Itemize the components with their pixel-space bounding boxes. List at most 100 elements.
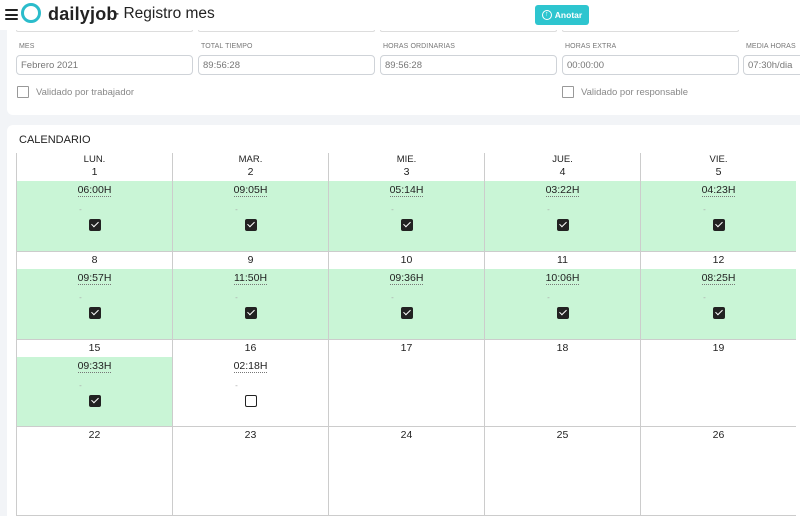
worked-time[interactable]: 09:33H: [17, 360, 172, 373]
worked-time-value[interactable]: 06:00H: [77, 184, 112, 197]
worked-time-value[interactable]: 09:36H: [389, 272, 424, 285]
checkbox-checked-icon[interactable]: [245, 307, 257, 319]
day-header-vie: VIE. 5: [640, 153, 796, 181]
calendar-day-cell[interactable]: 22: [16, 427, 172, 516]
day-of-week-label: LUN.: [83, 154, 106, 165]
day-number: 1: [91, 166, 98, 178]
mes-label: MES: [19, 43, 35, 50]
worked-time-value[interactable]: 03:22H: [545, 184, 580, 197]
anotar-button[interactable]: ↑ Anotar: [535, 5, 589, 25]
day-number: 8: [91, 254, 98, 266]
worked-time[interactable]: 04:23H: [641, 184, 796, 197]
day-number: 4: [559, 166, 566, 178]
page-title: - Registro mes: [114, 5, 215, 22]
field-edge: [562, 30, 739, 32]
worked-time[interactable]: 09:05H: [173, 184, 328, 197]
total-tiempo-field[interactable]: 89:56:28: [198, 55, 375, 75]
worked-time-value[interactable]: 09:57H: [77, 272, 112, 285]
brand-name: dailyjob: [48, 4, 118, 24]
worked-time-value[interactable]: 02:18H: [233, 360, 268, 373]
checkbox-unchecked-icon[interactable]: [562, 86, 574, 98]
dailyjob-logo-icon: [21, 3, 41, 23]
worked-time-value[interactable]: 10:06H: [545, 272, 580, 285]
day-of-week-label: MAR.: [238, 154, 263, 165]
day-number: 23: [244, 429, 257, 441]
field-edge: [16, 30, 193, 32]
worked-time-value[interactable]: 09:33H: [77, 360, 112, 373]
horas-extra-field[interactable]: 00:00:00: [562, 55, 739, 75]
calendar-day-cell[interactable]: 03:22H -: [484, 181, 640, 252]
worked-time-value[interactable]: 05:14H: [389, 184, 424, 197]
day-number: 26: [712, 429, 725, 441]
day-header-mie: MIE. 3: [328, 153, 484, 181]
day-number: 22: [88, 429, 101, 441]
day-number: 15: [88, 342, 101, 354]
hamburger-menu-icon[interactable]: [5, 9, 18, 20]
checkbox-checked-icon[interactable]: [401, 219, 413, 231]
day-number: 10: [400, 254, 413, 266]
note-placeholder: -: [703, 293, 706, 302]
total-tiempo-label: TOTAL TIEMPO: [201, 43, 253, 50]
checkbox-checked-icon[interactable]: [401, 307, 413, 319]
checkbox-checked-icon[interactable]: [557, 219, 569, 231]
worked-time-value[interactable]: 11:50H: [233, 272, 268, 285]
note-placeholder: -: [703, 205, 706, 214]
calendar-day-cell[interactable]: 23: [172, 427, 328, 516]
horas-extra-label: HORAS EXTRA: [565, 43, 617, 50]
calendar-day-cell[interactable]: 18: [484, 340, 640, 427]
calendar-day-cell[interactable]: 16 02:18H -: [172, 340, 328, 427]
mes-field[interactable]: Febrero 2021: [16, 55, 193, 75]
day-number: 12: [712, 254, 725, 266]
worked-time[interactable]: 05:14H: [329, 184, 484, 197]
worked-time[interactable]: 08:25H: [641, 272, 796, 285]
calendar-title: CALENDARIO: [19, 134, 91, 146]
worked-time[interactable]: 02:18H: [173, 360, 328, 373]
checkbox-unchecked-icon[interactable]: [245, 395, 257, 407]
worked-time[interactable]: 06:00H: [17, 184, 172, 197]
worked-time-value[interactable]: 08:25H: [701, 272, 736, 285]
day-header-jue: JUE. 4: [484, 153, 640, 181]
calendar-day-cell[interactable]: 26: [640, 427, 796, 516]
checkbox-checked-icon[interactable]: [89, 307, 101, 319]
media-horas-field[interactable]: 07:30h/dia: [743, 55, 800, 75]
checkbox-checked-icon[interactable]: [245, 219, 257, 231]
calendar-day-cell[interactable]: 17: [328, 340, 484, 427]
day-header-mar: MAR. 2: [172, 153, 328, 181]
day-number: 19: [712, 342, 725, 354]
media-horas-label: MEDIA HORAS: [746, 43, 796, 50]
worked-time[interactable]: 11:50H: [173, 272, 328, 285]
checkbox-checked-icon[interactable]: [713, 219, 725, 231]
day-of-week-label: JUE.: [552, 154, 573, 165]
checkbox-checked-icon[interactable]: [89, 395, 101, 407]
note-placeholder: -: [235, 381, 238, 390]
checkbox-checked-icon[interactable]: [557, 307, 569, 319]
day-number: 5: [715, 166, 722, 178]
calendar-day-cell[interactable]: 24: [328, 427, 484, 516]
worked-time-value[interactable]: 09:05H: [233, 184, 268, 197]
worked-time[interactable]: 09:57H: [17, 272, 172, 285]
validado-responsable-checkbox[interactable]: Validado por responsable: [562, 86, 688, 98]
day-number: 24: [400, 429, 413, 441]
calendar-day-cell[interactable]: 19: [640, 340, 796, 427]
checkbox-unchecked-icon[interactable]: [17, 86, 29, 98]
calendar-day-cell[interactable]: 12 08:25H -: [640, 252, 796, 340]
anotar-label: Anotar: [554, 10, 583, 20]
field-edge: [380, 30, 557, 32]
worked-time[interactable]: 03:22H: [485, 184, 640, 197]
calendar-day-cell[interactable]: 04:23H -: [640, 181, 796, 252]
validado-trabajador-label: Validado por trabajador: [36, 86, 135, 98]
calendar-day-cell[interactable]: 06:00H -: [16, 181, 172, 252]
worked-time-value[interactable]: 04:23H: [701, 184, 736, 197]
calendar-day-cell[interactable]: 05:14H -: [328, 181, 484, 252]
day-number: 11: [557, 254, 568, 266]
calendar-day-cell[interactable]: 25: [484, 427, 640, 516]
checkbox-checked-icon[interactable]: [89, 219, 101, 231]
day-number: 18: [556, 342, 569, 354]
horas-ordinarias-field[interactable]: 89:56:28: [380, 55, 557, 75]
validado-trabajador-checkbox[interactable]: Validado por trabajador: [17, 86, 134, 98]
worked-time[interactable]: 10:06H: [485, 272, 640, 285]
worked-time[interactable]: 09:36H: [329, 272, 484, 285]
day-number: 25: [556, 429, 569, 441]
checkbox-checked-icon[interactable]: [713, 307, 725, 319]
calendar-day-cell[interactable]: 09:05H -: [172, 181, 328, 252]
